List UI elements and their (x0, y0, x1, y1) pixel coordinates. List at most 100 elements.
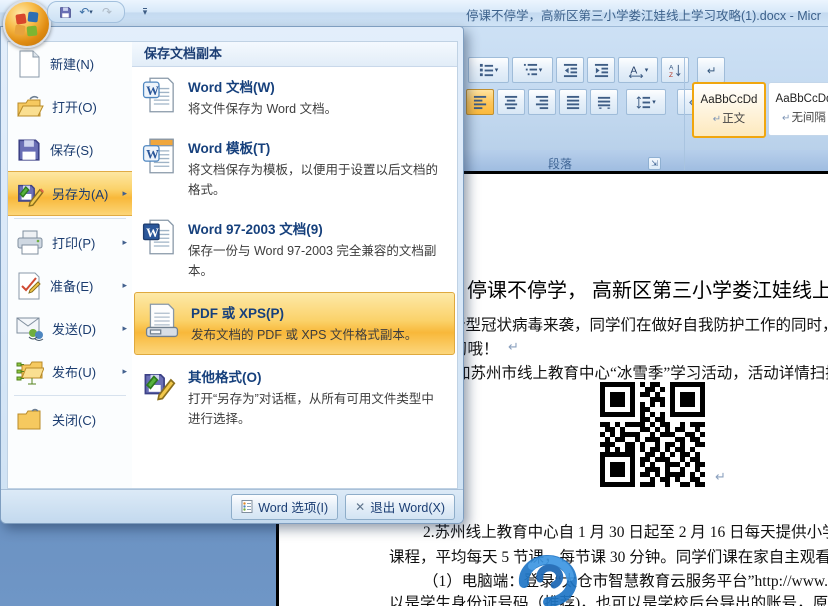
close-document-icon (16, 408, 44, 432)
align-left-button[interactable] (466, 89, 494, 115)
increase-indent-button[interactable] (587, 57, 615, 83)
align-right-icon (535, 95, 550, 110)
line-spacing-button[interactable]: ▾ (626, 89, 666, 115)
menu-item-save-as[interactable]: 另存为(A) ▸ (8, 171, 132, 216)
submenu-arrow-icon: ▸ (122, 188, 127, 199)
paragraph-mark-icon: ↵ (782, 113, 790, 124)
chevron-down-icon: ▾ (652, 98, 656, 106)
open-folder-icon (16, 95, 44, 119)
undo-button[interactable]: ↶▾ (77, 4, 95, 21)
word-options-button[interactable]: Word 选项(I) (231, 494, 338, 520)
word-options-icon (241, 500, 253, 513)
align-center-button[interactable] (497, 89, 525, 115)
align-right-button[interactable] (528, 89, 556, 115)
paragraph-mark-icon: ↵ (508, 340, 519, 355)
submenu-arrow-icon: ▸ (122, 280, 127, 291)
document-line: 课程，平均每天 5 节课，每节课 30 分钟。同学们课在家自主观看。登录 (389, 545, 828, 567)
svg-text:W: W (146, 84, 159, 98)
submenu-arrow-icon: ▸ (122, 323, 127, 334)
justify-icon (566, 95, 581, 110)
printer-icon (16, 230, 44, 256)
exit-word-button[interactable]: ✕ 退出 Word(X) (345, 494, 455, 520)
document-line: （1）电脑端：登录“太仓市智慧教育云服务平台”http://www. (423, 569, 828, 591)
word-97-2003-icon: W (142, 219, 176, 255)
style-card-normal[interactable]: AaBbCcDd ↵正文 (692, 82, 766, 138)
customize-quick-access-button[interactable]: ▾ (136, 2, 154, 20)
svg-text:↵: ↵ (706, 65, 715, 77)
qr-code-image (600, 382, 707, 489)
quick-access-toolbar: ↶▾ ↷ (47, 1, 125, 23)
group-divider (684, 58, 685, 170)
svg-text:W: W (146, 148, 159, 162)
multilevel-list-button[interactable]: ▾ (512, 57, 553, 83)
show-paragraph-marks-button[interactable]: ↵ (697, 57, 725, 83)
window-title: 停课不停学，高新区第三小学娄江娃线上学习攻略(1).docx - Micr (466, 5, 821, 24)
menu-item-new[interactable]: 新建(N) (8, 42, 132, 85)
numbered-list-icon (479, 63, 494, 78)
undo-icon: ↶ (79, 5, 89, 19)
align-left-icon (473, 95, 488, 110)
paragraph-group-label: 段落 (462, 155, 658, 172)
menu-separator (14, 395, 126, 396)
svg-text:W: W (146, 226, 159, 240)
document-heading: 停课不停学， 高新区第三小学娄江娃线上学习攻略 (467, 274, 828, 303)
style-sample: AaBbCcDd (701, 94, 758, 106)
asian-layout-button[interactable]: A ▾ (618, 57, 658, 83)
style-card-no-spacing[interactable]: AaBbCcDd ↵无间隔 (768, 82, 828, 136)
multilevel-list-icon (523, 63, 538, 78)
other-formats-icon (142, 368, 176, 402)
document-line: 2.苏州线上教育中心自 1 月 30 日起至 2 月 16 日每天提供小学一至初… (423, 520, 828, 542)
document-line: 加苏州市线上教育中心“冰雪季”学习活动，活动详情扫描二维码参加 (455, 361, 828, 383)
save-as-submenu: 保存文档副本 W Word 文档(W) 将文件保存为 Word 文档。 W Wo… (132, 41, 458, 489)
paragraph-mark-icon: ↵ (715, 470, 726, 485)
prepare-icon (16, 272, 42, 300)
menu-item-send[interactable]: 发送(D) ▸ (8, 307, 132, 350)
save-button[interactable] (56, 4, 74, 21)
submenu-item-word-template[interactable]: W Word 模板(T) 将文档保存为模板，以便用于设置以后文档的格式。 (132, 128, 457, 209)
watermark-logo-icon (510, 549, 586, 606)
chevron-down-icon: ▾ (645, 66, 649, 74)
publish-icon (16, 359, 44, 385)
justify-button[interactable] (559, 89, 587, 115)
document-line: 新型冠状病毒来袭，同学们在做好自我防护工作的同时，可以参加线上学 (450, 313, 828, 335)
office-menu: 新建(N) 打开(O) 保存(S) 另存为(A) ▸ 打印(P) ▸ 准备(E)… (0, 26, 464, 524)
chevron-down-icon: ▾ (495, 66, 499, 74)
menu-item-prepare[interactable]: 准备(E) ▸ (8, 264, 132, 307)
office-menu-footer: Word 选项(I) ✕ 退出 Word(X) (1, 489, 463, 523)
menu-item-save[interactable]: 保存(S) (8, 128, 132, 171)
submenu-item-other-formats[interactable]: 其他格式(O) 打开“另存为”对话框，从所有可用文件类型中进行选择。 (132, 357, 457, 438)
paragraph-marks-icon: ↵ (704, 63, 719, 78)
menu-item-print[interactable]: 打印(P) ▸ (8, 221, 132, 264)
save-as-icon (16, 180, 44, 208)
chevron-down-icon: ▾ (539, 66, 543, 74)
decrease-indent-button[interactable] (556, 57, 584, 83)
close-x-icon: ✕ (355, 500, 365, 514)
style-sample: AaBbCcDd (776, 93, 828, 105)
decrease-indent-icon (563, 63, 578, 78)
paragraph-dialog-launcher[interactable]: ⇲ (648, 157, 661, 170)
menu-item-publish[interactable]: 发布(U) ▸ (8, 350, 132, 393)
submenu-arrow-icon: ▸ (122, 366, 127, 377)
submenu-arrow-icon: ▸ (122, 237, 127, 248)
distribute-button[interactable] (590, 89, 618, 115)
office-button[interactable] (3, 0, 51, 48)
submenu-item-word-97-2003[interactable]: W Word 97-2003 文档(9) 保存一份与 Word 97-2003 … (132, 209, 457, 290)
svg-text:Z: Z (668, 72, 672, 78)
menu-item-open[interactable]: 打开(O) (8, 85, 132, 128)
menu-separator (14, 218, 126, 219)
line-spacing-icon (636, 95, 651, 110)
new-document-icon (16, 50, 42, 78)
numbered-list-button[interactable]: ▾ (468, 57, 509, 83)
pdf-xps-icon (145, 303, 179, 339)
submenu-item-pdf-xps[interactable]: PDF 或 XPS(P) 发布文档的 PDF 或 XPS 文件格式副本。 (134, 292, 455, 355)
redo-button[interactable]: ↷ (98, 4, 116, 21)
document-line: 以是学生身份证号码（推荐)，也可以是学校后台导出的账号，原始密码 (389, 591, 828, 606)
submenu-item-word-document[interactable]: W Word 文档(W) 将文件保存为 Word 文档。 (132, 67, 457, 128)
menu-item-close[interactable]: 关闭(C) (8, 398, 132, 441)
office-logo-icon (15, 12, 39, 36)
increase-indent-icon (594, 63, 609, 78)
office-menu-commands: 新建(N) 打开(O) 保存(S) 另存为(A) ▸ 打印(P) ▸ 准备(E)… (7, 41, 133, 489)
word-document-icon: W (142, 77, 176, 113)
save-icon (59, 6, 72, 19)
svg-text:A: A (668, 64, 673, 71)
